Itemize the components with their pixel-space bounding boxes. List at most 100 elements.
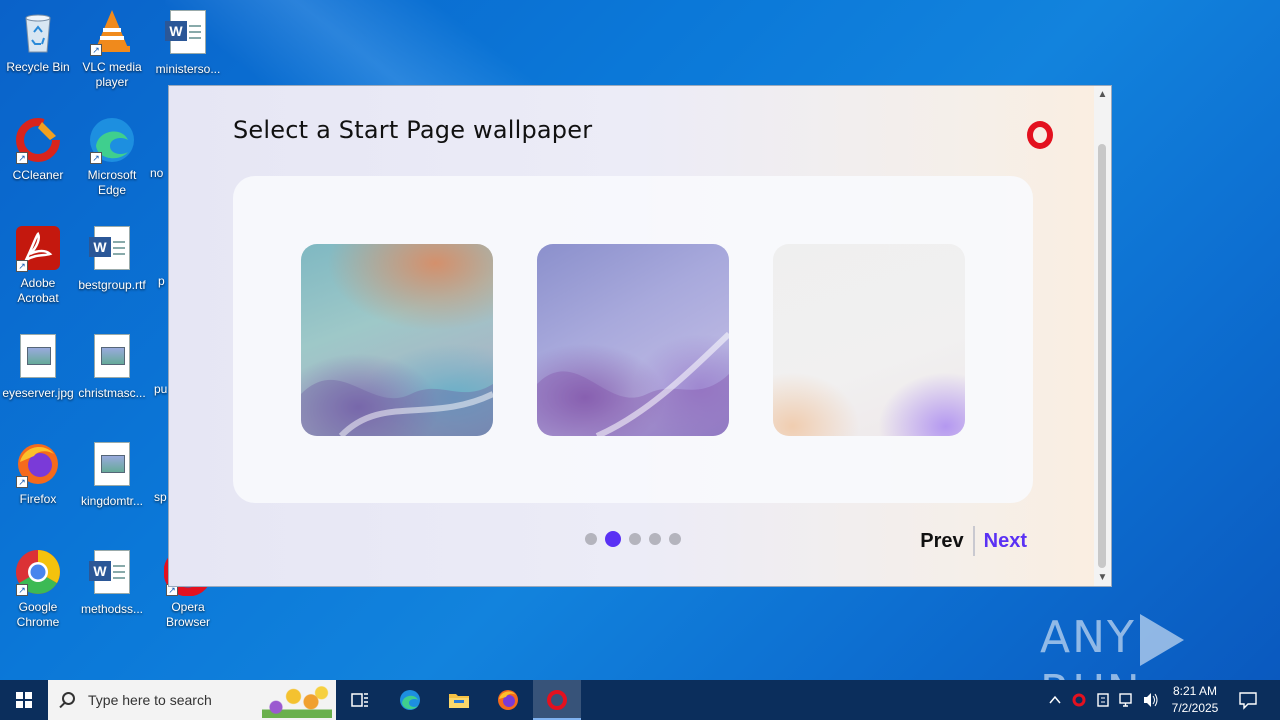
clock-date: 7/2/2025 (1171, 701, 1219, 715)
recycle-bin-icon (14, 8, 62, 56)
edge-icon (400, 690, 420, 710)
pagination-dot[interactable] (649, 533, 661, 545)
wallpaper-option-2[interactable] (537, 244, 729, 436)
search-placeholder: Type here to search (88, 692, 212, 708)
chevron-up-icon (1049, 695, 1061, 704)
firefox-icon: ↗ (14, 440, 62, 488)
desktop-icon-label: eyeserver.jpg (2, 386, 74, 400)
opera-icon (547, 690, 567, 710)
desktop-icon-bestgroup[interactable]: W bestgroup.rtf (74, 224, 150, 293)
desktop-icon-ccleaner[interactable]: ↗ CCleaner (0, 116, 76, 183)
dialog-scrollbar[interactable]: ▲ ▼ (1094, 86, 1111, 586)
desktop-icon-label: no (150, 166, 164, 180)
edge-icon: ↗ (88, 116, 136, 164)
network-icon (1119, 693, 1132, 707)
start-button[interactable] (0, 680, 48, 720)
tray-volume[interactable] (1142, 680, 1160, 720)
shortcut-arrow-icon: ↗ (16, 476, 28, 488)
play-triangle-icon (1139, 614, 1184, 666)
prev-button[interactable]: Prev (920, 526, 975, 556)
shortcut-arrow-icon: ↗ (16, 152, 28, 164)
scrolled-heading-remnant (409, 86, 599, 96)
desktop-icon-recycle-bin[interactable]: Recycle Bin (0, 8, 76, 75)
image-file-icon (88, 334, 136, 382)
firefox-icon (498, 690, 518, 710)
next-button[interactable]: Next (975, 526, 1027, 556)
desktop-icon-google-chrome[interactable]: ↗ Google Chrome (0, 548, 76, 630)
opera-start-page-dialog: Select a Start Page wallpaper Prev Next … (168, 85, 1112, 587)
desktop-icon-christmasc[interactable]: christmasc... (74, 332, 150, 401)
taskbar-firefox[interactable] (484, 680, 532, 720)
wallpaper-option-3[interactable] (773, 244, 965, 436)
wallpaper-option-1[interactable] (301, 244, 493, 436)
tray-network[interactable] (1118, 680, 1136, 720)
clock-time: 8:21 AM (1172, 684, 1218, 698)
action-center-button[interactable] (1236, 680, 1260, 720)
dialog-title: Select a Start Page wallpaper (233, 116, 593, 144)
notification-icon (1239, 692, 1257, 710)
word-doc-icon: W (88, 226, 136, 274)
acrobat-icon: ↗ (14, 224, 62, 272)
shortcut-arrow-icon: ↗ (90, 44, 102, 56)
desktop-icon-label: bestgroup.rtf (78, 278, 146, 292)
desktop-icon-label: ministerso... (155, 62, 221, 76)
scroll-up-arrow-icon[interactable]: ▲ (1094, 86, 1111, 103)
opera-logo-icon (1027, 121, 1053, 149)
desktop-icon-label: Firefox (19, 492, 57, 506)
shortcut-arrow-icon: ↗ (16, 260, 28, 272)
desktop-icon-firefox[interactable]: ↗ Firefox (0, 440, 76, 507)
show-hidden-icons-button[interactable] (1046, 680, 1064, 720)
desktop-icon-label: methodss... (80, 602, 144, 616)
watermark-text-left: ANY (1040, 612, 1136, 663)
desktop-icon-label: Adobe Acrobat (17, 276, 59, 305)
tray-opera[interactable] (1070, 680, 1088, 720)
desktop-icon-ministerso[interactable]: W ministerso... (150, 8, 226, 77)
ccleaner-icon: ↗ (14, 116, 62, 164)
pagination-dot[interactable] (585, 533, 597, 545)
search-icon (62, 692, 75, 705)
pagination-dot[interactable] (669, 533, 681, 545)
taskbar: Type here to search 8:21 AM 7/2/2025 (0, 680, 1280, 720)
desktop-icon-label: kingdomtr... (80, 494, 144, 508)
opera-tray-icon (1072, 693, 1086, 707)
pagination-dot-active[interactable] (605, 531, 621, 547)
desktop-icon-label: Google Chrome (16, 600, 60, 629)
volume-icon (1144, 693, 1158, 707)
scroll-down-arrow-icon[interactable]: ▼ (1094, 569, 1111, 586)
desktop-icon-eyeserver[interactable]: eyeserver.jpg (0, 332, 76, 401)
desktop-icon-label: VLC media player (82, 60, 142, 89)
tray-device[interactable] (1094, 680, 1112, 720)
windows-logo-icon (16, 692, 32, 708)
task-view-icon (351, 693, 368, 707)
pagination-dots (585, 531, 681, 547)
desktop-icon-vlc[interactable]: ↗ VLC media player (74, 8, 150, 90)
desktop-icon-adobe-acrobat[interactable]: ↗ Adobe Acrobat (0, 224, 76, 306)
desktop-icon-microsoft-edge[interactable]: ↗ Microsoft Edge (74, 116, 150, 198)
desktop-icon-label: Recycle Bin (6, 60, 70, 74)
vlc-icon: ↗ (88, 8, 136, 56)
taskbar-opera[interactable] (533, 680, 581, 720)
pagination-dot[interactable] (629, 533, 641, 545)
taskbar-file-explorer[interactable] (435, 680, 483, 720)
desktop-icon-methodss[interactable]: W methodss... (74, 548, 150, 617)
desktop-icon-label: Microsoft Edge (87, 168, 137, 197)
desktop-icon-label: christmasc... (78, 386, 146, 400)
shortcut-arrow-icon: ↗ (16, 584, 28, 596)
scrollbar-thumb[interactable] (1098, 144, 1106, 568)
word-doc-icon: W (164, 10, 212, 58)
shortcut-arrow-icon: ↗ (90, 152, 102, 164)
wizard-navigation: Prev Next (920, 526, 1027, 556)
desktop-icon-kingdomtr[interactable]: kingdomtr... (74, 440, 150, 509)
task-view-button[interactable] (336, 680, 384, 720)
image-file-icon (88, 442, 136, 490)
taskbar-clock[interactable]: 8:21 AM 7/2/2025 (1162, 683, 1228, 717)
usb-device-icon (1097, 693, 1109, 707)
desktop-icon-label: Opera Browser (165, 600, 210, 629)
image-file-icon (14, 334, 62, 382)
taskbar-edge[interactable] (386, 680, 434, 720)
chrome-icon: ↗ (14, 548, 62, 596)
wallpaper-card (233, 176, 1033, 503)
word-doc-icon: W (88, 550, 136, 598)
taskbar-search-box[interactable]: Type here to search (48, 680, 336, 720)
desktop-icon-partial[interactable]: no (150, 166, 170, 181)
